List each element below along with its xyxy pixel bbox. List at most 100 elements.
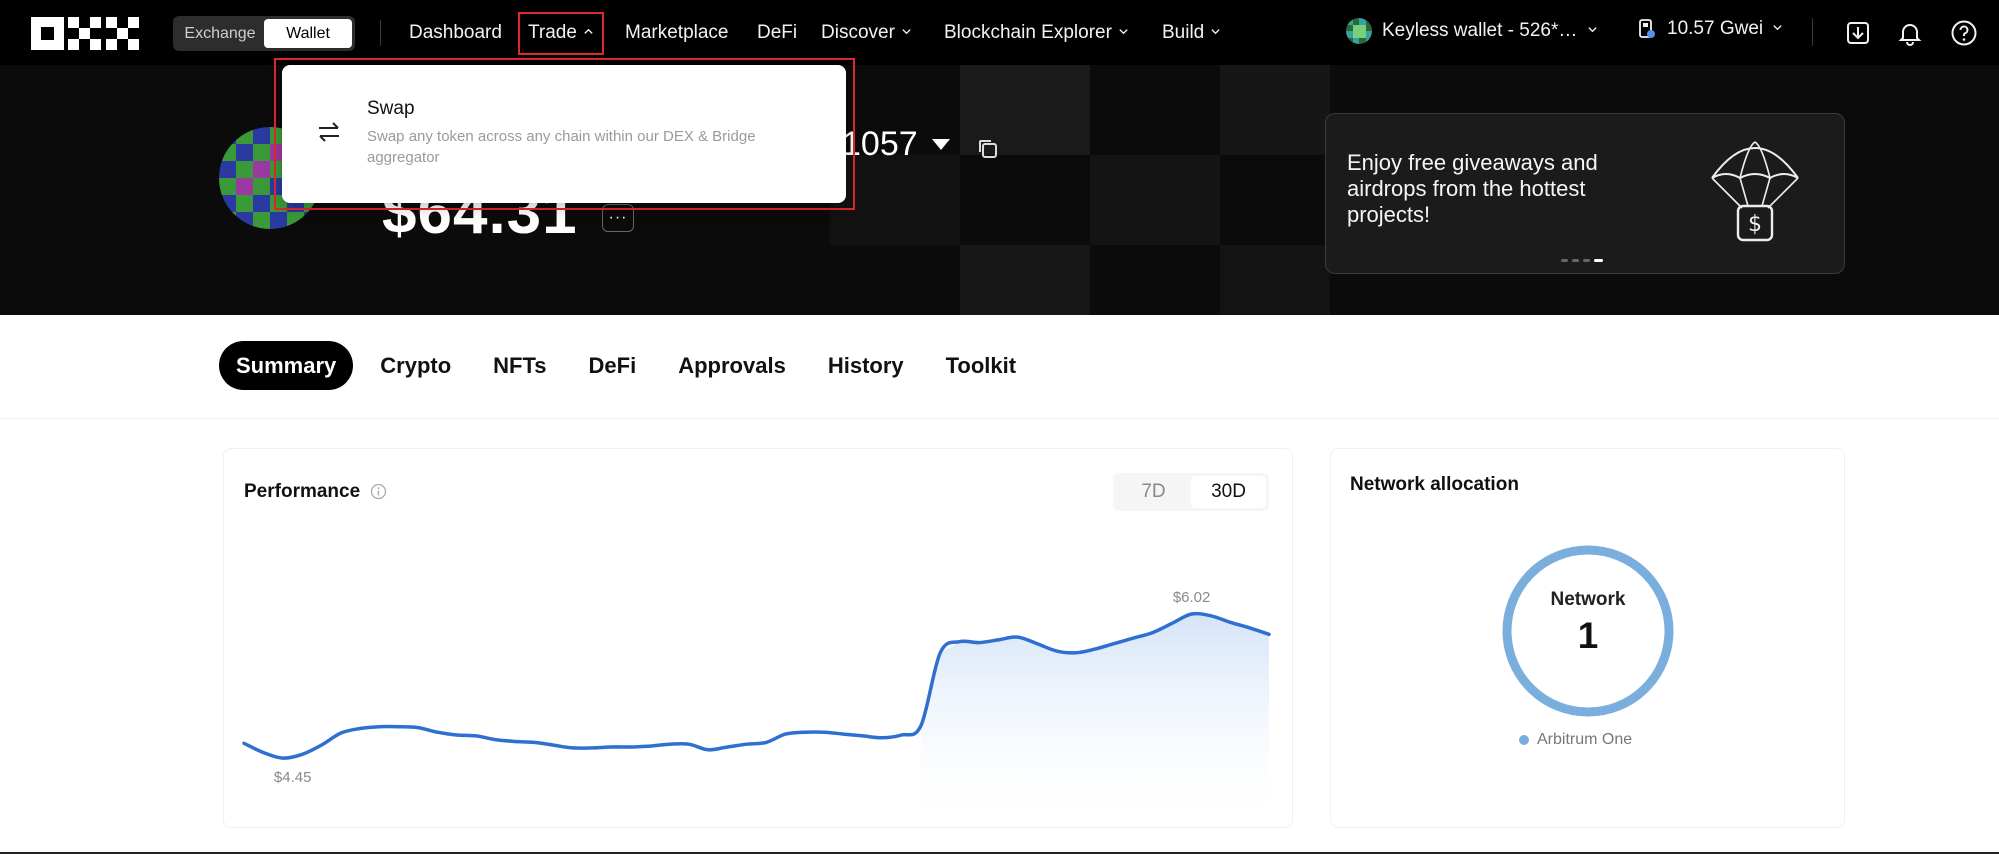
- chart-point[interactable]: [281, 756, 285, 760]
- chart-point[interactable]: [1112, 642, 1116, 646]
- toggle-exchange[interactable]: Exchange: [176, 19, 264, 48]
- chart-point[interactable]: [474, 734, 478, 738]
- chevron-down-icon: [1773, 24, 1782, 30]
- chart-point[interactable]: [784, 732, 788, 736]
- chart-point[interactable]: [319, 743, 323, 747]
- network-legend: Arbitrum One: [1519, 731, 1632, 749]
- chart-point[interactable]: [977, 641, 981, 645]
- promo-banner[interactable]: Enjoy free giveaways and airdrops from t…: [1325, 113, 1845, 274]
- chart-point[interactable]: [648, 744, 652, 748]
- chevron-down-icon: [1119, 28, 1128, 34]
- chart-point[interactable]: [629, 745, 633, 749]
- nav-marketplace[interactable]: Marketplace: [625, 20, 729, 46]
- chart-point[interactable]: [242, 741, 246, 745]
- tab-approvals[interactable]: Approvals: [657, 341, 807, 390]
- chart-point[interactable]: [435, 730, 439, 734]
- chart-point[interactable]: [1190, 612, 1194, 616]
- tab-crypto[interactable]: Crypto: [359, 341, 472, 390]
- address-dropdown-caret[interactable]: [932, 139, 950, 150]
- legend-label: Arbitrum One: [1537, 731, 1633, 748]
- info-icon[interactable]: [370, 483, 387, 500]
- carousel-dot[interactable]: [1583, 259, 1590, 262]
- tab-summary[interactable]: Summary: [219, 341, 354, 390]
- chart-point[interactable]: [610, 745, 614, 749]
- chart-point[interactable]: [1016, 635, 1020, 639]
- chart-point[interactable]: [397, 725, 401, 729]
- menu-item-swap[interactable]: Swap Swap any token across any chain wit…: [282, 65, 846, 203]
- notifications-button[interactable]: [1894, 17, 1926, 49]
- copy-icon[interactable]: [976, 137, 1000, 161]
- tab-toolkit[interactable]: Toolkit: [925, 341, 1037, 390]
- tab-defi[interactable]: DeFi: [568, 341, 658, 390]
- performance-chart: $6.02 $4.45: [242, 589, 1271, 829]
- carousel-dot-active[interactable]: [1594, 259, 1603, 262]
- chart-point[interactable]: [571, 746, 575, 750]
- chart-point[interactable]: [861, 734, 865, 738]
- chart-point[interactable]: [745, 742, 749, 746]
- chart-point[interactable]: [958, 640, 962, 644]
- chart-point[interactable]: [706, 748, 710, 752]
- okx-logo[interactable]: [31, 17, 139, 50]
- wallet-account-label: Keyless wallet - 526*…: [1382, 20, 1578, 41]
- chart-point[interactable]: [1074, 651, 1078, 655]
- chart-point[interactable]: [1209, 614, 1213, 618]
- nav-defi[interactable]: DeFi: [757, 20, 797, 46]
- download-button[interactable]: [1842, 17, 1874, 49]
- nav-dashboard[interactable]: Dashboard: [409, 20, 502, 46]
- chart-max-label: $6.02: [1173, 589, 1211, 606]
- chart-point[interactable]: [339, 731, 343, 735]
- chart-point[interactable]: [687, 742, 691, 746]
- chart-point[interactable]: [880, 736, 884, 740]
- chevron-down-icon: [1211, 28, 1220, 34]
- tab-history[interactable]: History: [807, 341, 925, 390]
- chart-point[interactable]: [996, 638, 1000, 642]
- chart-point[interactable]: [822, 730, 826, 734]
- download-icon: [1847, 22, 1869, 44]
- chart-point[interactable]: [377, 725, 381, 729]
- carousel-dot[interactable]: [1572, 259, 1579, 262]
- chart-point[interactable]: [1151, 631, 1155, 635]
- chart-point[interactable]: [493, 738, 497, 742]
- nav-blockchain-explorer[interactable]: Blockchain Explorer: [944, 20, 1129, 46]
- chart-point[interactable]: [261, 751, 265, 755]
- chart-point[interactable]: [1035, 642, 1039, 646]
- chart-point[interactable]: [300, 752, 304, 756]
- nav-discover[interactable]: Discover: [821, 20, 912, 46]
- chart-point[interactable]: [1054, 649, 1058, 653]
- range-30d[interactable]: 30D: [1191, 476, 1266, 508]
- tab-nfts[interactable]: NFTs: [472, 341, 567, 390]
- toggle-wallet[interactable]: Wallet: [264, 19, 352, 48]
- chart-point[interactable]: [455, 733, 459, 737]
- chart-point[interactable]: [938, 651, 942, 655]
- chart-point[interactable]: [1132, 636, 1136, 640]
- gas-price-selector[interactable]: 10.57 Gwei: [1638, 18, 1783, 40]
- chart-point[interactable]: [900, 733, 904, 737]
- chart-point[interactable]: [1248, 626, 1252, 630]
- chart-point[interactable]: [842, 732, 846, 736]
- chart-point[interactable]: [668, 742, 672, 746]
- chart-point[interactable]: [532, 740, 536, 744]
- help-button[interactable]: [1948, 17, 1980, 49]
- chart-point[interactable]: [551, 743, 555, 747]
- menu-item-swap-title: Swap: [367, 98, 415, 119]
- chart-point[interactable]: [726, 745, 730, 749]
- help-icon: [1951, 20, 1977, 46]
- chart-point[interactable]: [416, 726, 420, 730]
- chart-point[interactable]: [590, 746, 594, 750]
- chart-point[interactable]: [1228, 620, 1232, 624]
- carousel-dot[interactable]: [1561, 259, 1568, 262]
- chart-point[interactable]: [764, 740, 768, 744]
- wallet-account-selector[interactable]: Keyless wallet - 526*…: [1346, 18, 1598, 44]
- menu-item-swap-description: Swap any token across any chain within o…: [367, 128, 756, 166]
- chart-point[interactable]: [1170, 621, 1174, 625]
- wallet-tabs: Summary Crypto NFTs DeFi Approvals Histo…: [219, 341, 1037, 390]
- chart-point[interactable]: [1093, 647, 1097, 651]
- chart-point[interactable]: [358, 727, 362, 731]
- chart-point[interactable]: [919, 724, 923, 728]
- range-7d[interactable]: 7D: [1116, 476, 1191, 508]
- nav-build[interactable]: Build: [1162, 20, 1221, 46]
- chart-point[interactable]: [803, 730, 807, 734]
- chart-point[interactable]: [513, 740, 517, 744]
- promo-carousel-dots: [1561, 259, 1603, 262]
- chart-point[interactable]: [1267, 632, 1271, 636]
